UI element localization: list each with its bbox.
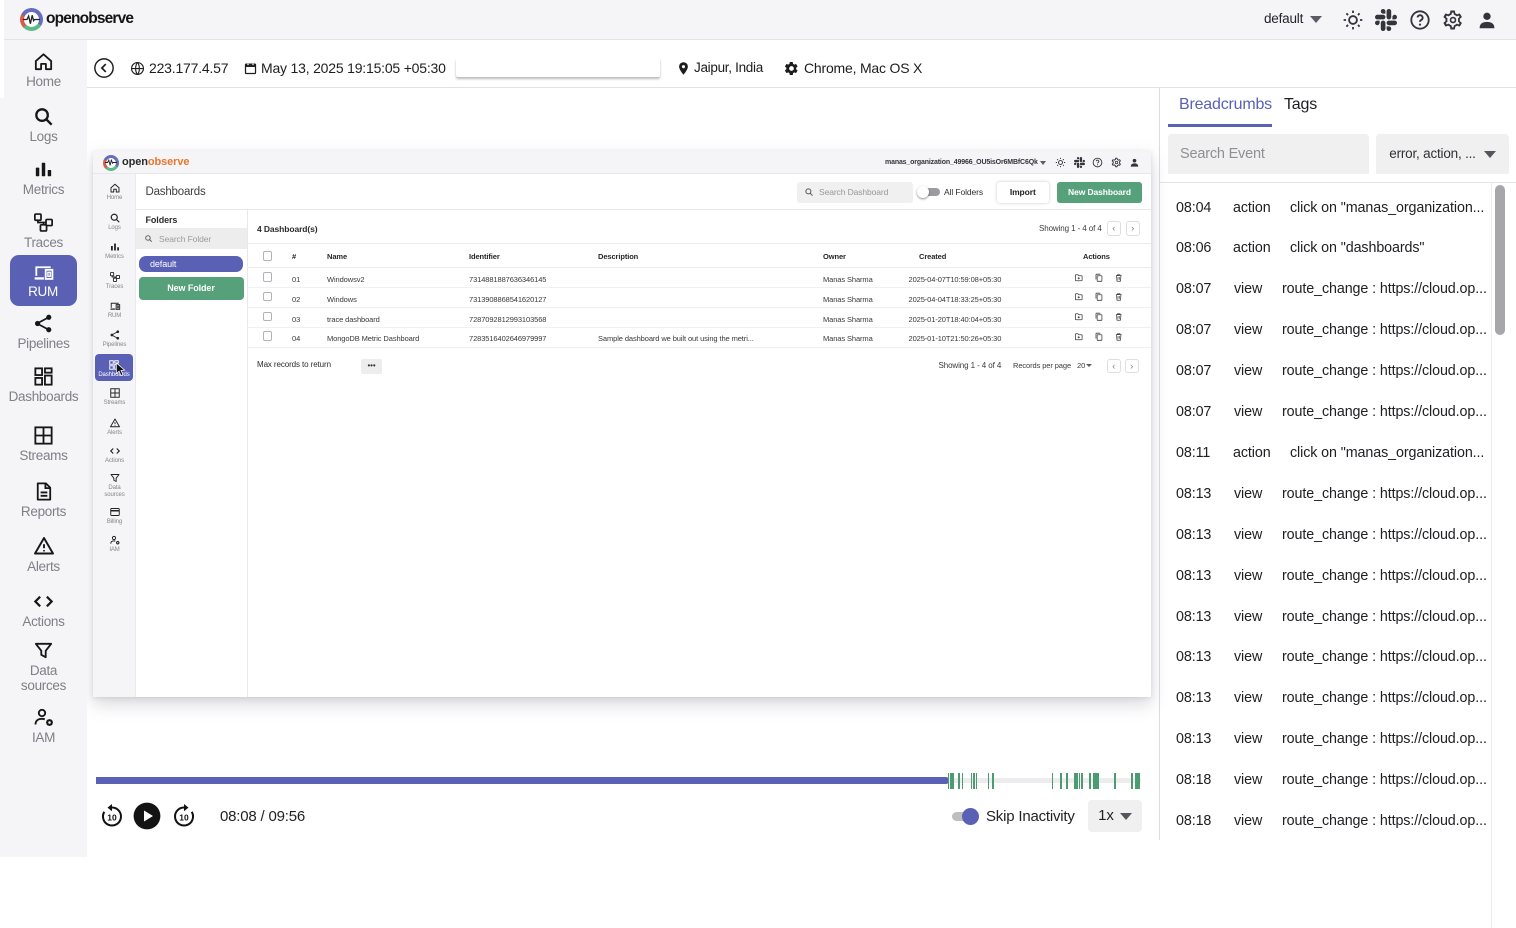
- svg-text:10: 10: [107, 813, 117, 823]
- svg-text:10: 10: [179, 813, 189, 823]
